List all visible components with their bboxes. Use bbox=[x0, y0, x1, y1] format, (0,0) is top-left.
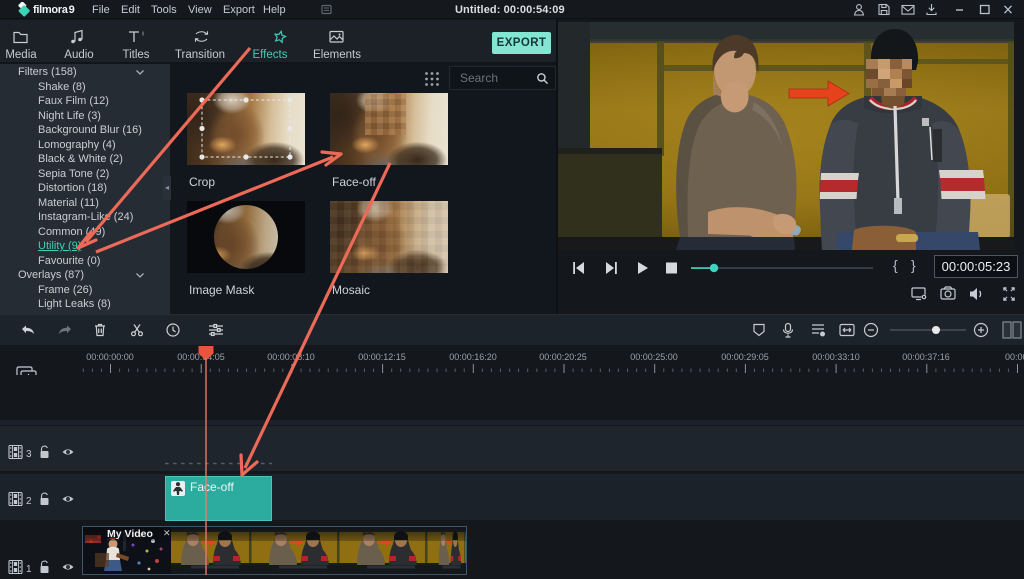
svg-text:1: 1 bbox=[26, 564, 32, 575]
svg-text:2: 2 bbox=[26, 496, 32, 507]
svg-text:3: 3 bbox=[26, 449, 32, 460]
